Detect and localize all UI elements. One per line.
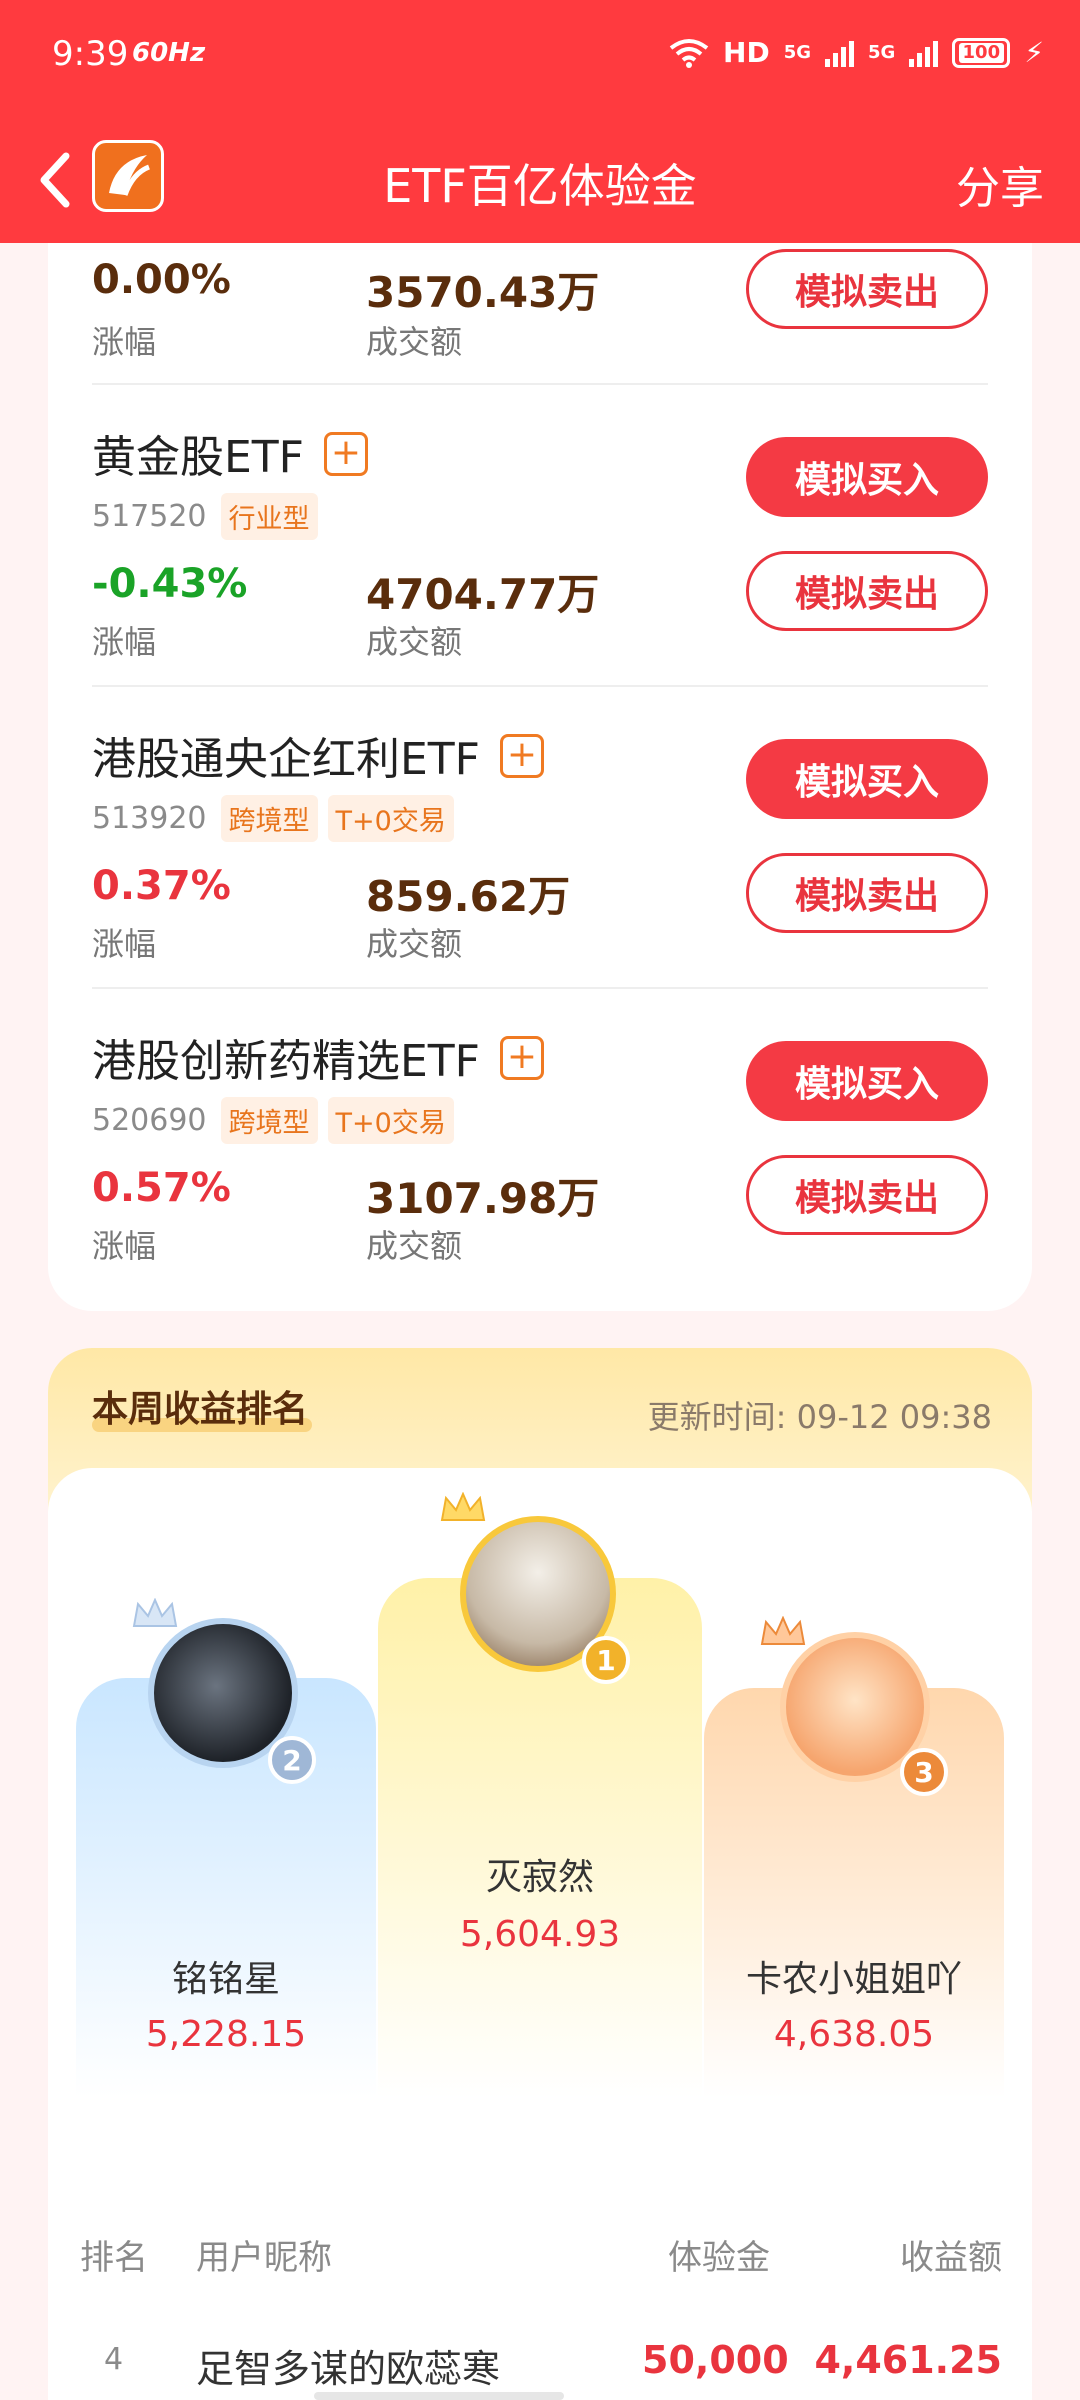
etf-item[interactable]: 港股创新药精选ETF + 520690 跨境型 T+0交易 模拟买入 0.57% … [48,989,1032,1291]
simulate-sell-button[interactable]: 模拟卖出 [746,1155,988,1235]
turnover-value: 3107.98万 [366,1174,600,1223]
turnover-label: 成交额 [366,623,463,661]
simulate-sell-button[interactable]: 模拟卖出 [746,249,988,329]
row-profit: 4,461.25 [814,2338,1002,2382]
change-label: 涨幅 [92,925,157,963]
etf-name: 黄金股ETF + [92,421,368,485]
podium-value: 5,228.15 [145,2014,307,2055]
wifi-icon [669,38,709,68]
battery-level: 100 [958,42,1005,63]
crown-icon [132,1598,178,1627]
top-bar: 9:39 60Hz HD 5G 5G 100 ⚡ ETF百亿体验金 分享 [0,0,1080,243]
refresh-rate: 60Hz [132,38,206,68]
status-icons: HD 5G 5G 100 ⚡ [669,36,1044,69]
etf-name-text: 黄金股ETF [92,432,304,483]
home-indicator[interactable] [314,2392,564,2400]
simulate-buy-button[interactable]: 模拟买入 [746,739,988,819]
etf-tag: T+0交易 [327,795,454,842]
column-header-rank: 排名 [80,2238,148,2278]
simulate-buy-button[interactable]: 模拟买入 [746,1041,988,1121]
etf-item[interactable]: 港股通央企红利ETF + 513920 跨境型 T+0交易 模拟买入 0.37% … [48,687,1032,989]
etf-row-partial: 0.00% 涨幅 3570.43万 成交额 模拟卖出 [48,243,1032,383]
weekly-ranking-card: 本周收益排名 更新时间: 09-12 09:38 2 1 3 灭寂然 5,604… [48,1348,1032,2400]
etf-list-card: 0.00% 涨幅 3570.43万 成交额 模拟卖出 黄金股ETF + 51752… [48,243,1032,1311]
podium-name: 灭寂然 [485,1857,594,1898]
etf-code: 517520 [92,499,207,534]
ranking-body: 2 1 3 灭寂然 5,604.93 铭铭星 5,228.15 卡农小姐姐吖 4… [48,1468,1032,2400]
page-title: ETF百亿体验金 [383,159,697,213]
table-row[interactable]: 4 足智多谋的欧蕊寒 50,000 4,461.25 [48,2334,1032,2400]
rank-badge: 3 [900,1748,948,1796]
etf-code: 513920 [92,801,207,836]
etf-code: 520690 [92,1103,207,1138]
etf-name-text: 港股通央企红利ETF [92,734,480,785]
row-rank: 4 [104,2342,124,2377]
battery-icon: 100 [952,37,1011,68]
etf-tag: T+0交易 [327,1097,454,1144]
turnover-value: 3570.43万 [366,268,600,317]
etf-tag: 跨境型 [220,795,318,842]
change-value: 0.57% [92,1165,231,1211]
network-5g-1: 5G [783,42,812,63]
podium-name: 卡农小姐姐吖 [745,1959,962,2000]
crown-icon [440,1492,486,1521]
etf-name-text: 港股创新药精选ETF [92,1036,480,1087]
etf-tag: 跨境型 [220,1097,318,1144]
row-fund: 50,000 [642,2338,789,2382]
turnover-label: 成交额 [366,925,463,963]
podium-name: 铭铭星 [171,1959,280,2000]
etf-name: 港股创新药精选ETF + [92,1025,544,1089]
row-nickname: 足智多谋的欧蕊寒 [196,2347,501,2391]
crown-icon [760,1616,806,1645]
turnover-label: 成交额 [366,323,463,361]
column-header-nickname: 用户昵称 [196,2238,332,2278]
network-5g-2: 5G [868,42,896,63]
rank-badge: 2 [268,1736,316,1784]
simulate-sell-button[interactable]: 模拟卖出 [746,853,988,933]
rank-badge: 1 [582,1636,630,1684]
simulate-buy-button[interactable]: 模拟买入 [746,437,988,517]
etf-meta: 520690 跨境型 T+0交易 [92,1097,454,1144]
status-time: 9:39 [52,34,129,74]
column-header-profit: 收益额 [900,2238,1002,2278]
change-value: 0.37% [92,863,231,909]
etf-meta: 517520 行业型 [92,493,318,540]
turnover-label: 成交额 [366,1227,463,1265]
share-button[interactable]: 分享 [956,152,1044,216]
change-label: 涨幅 [92,623,157,661]
simulate-sell-button[interactable]: 模拟卖出 [746,551,988,631]
turnover-value: 4704.77万 [366,570,600,619]
add-watchlist-icon[interactable]: + [324,432,368,476]
update-time: 更新时间: 09-12 09:38 [647,1398,992,1436]
signal-icon [825,39,855,67]
etf-item[interactable]: 黄金股ETF + 517520 行业型 模拟买入 -0.43% 涨幅 4704.7… [48,385,1032,687]
ranking-title: 本周收益排名 [92,1389,309,1430]
charging-icon: ⚡ [1024,36,1044,69]
add-watchlist-icon[interactable]: + [500,1036,544,1080]
podium-value: 5,604.93 [459,1914,621,1955]
add-watchlist-icon[interactable]: + [500,734,544,778]
change-label: 涨幅 [92,1227,157,1265]
change-value: -0.43% [92,561,248,607]
column-header-fund: 体验金 [668,2238,770,2278]
change-label: 涨幅 [92,323,157,361]
network-type: HD [723,36,770,69]
turnover-value: 859.62万 [366,872,571,921]
change-value: 0.00% [92,257,231,303]
podium-value: 4,638.05 [773,2014,935,2055]
etf-name: 港股通央企红利ETF + [92,723,544,787]
status-bar: 9:39 60Hz HD 5G 5G 100 ⚡ [0,0,1080,110]
etf-tag: 行业型 [220,493,318,540]
etf-meta: 513920 跨境型 T+0交易 [92,795,454,842]
signal-icon-2 [909,39,939,67]
